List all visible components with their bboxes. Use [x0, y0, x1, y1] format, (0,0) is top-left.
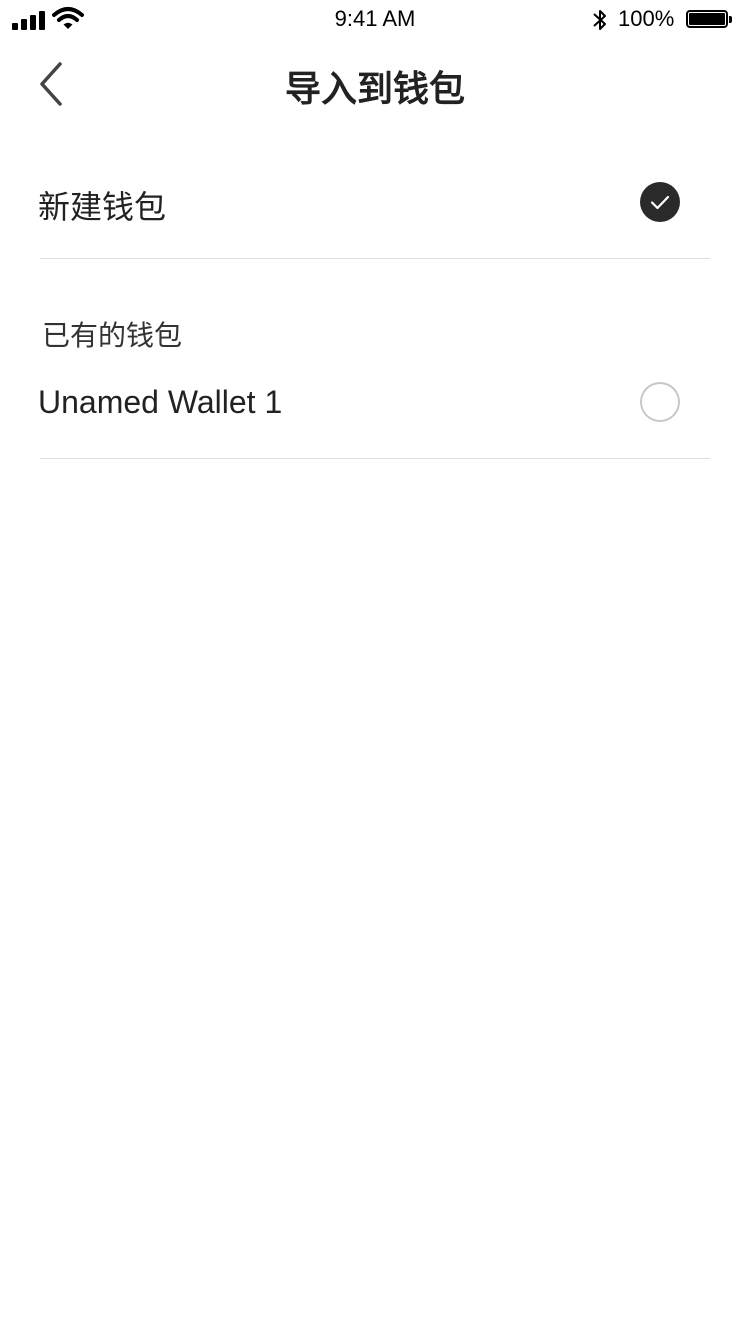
battery-icon [686, 10, 732, 30]
existing-wallets-title: 已有的钱包 [42, 319, 183, 352]
new-wallet-option[interactable]: 新建钱包 [38, 160, 710, 244]
page-title: 导入到钱包 [284, 69, 465, 110]
new-wallet-label: 新建钱包 [38, 188, 167, 226]
divider [40, 258, 710, 259]
wallet-name: Unamed Wallet 1 [38, 384, 283, 420]
unchecked-radio-icon[interactable] [640, 382, 680, 422]
status-bar: 9:41 AM 100% [0, 0, 750, 40]
bluetooth-icon [590, 8, 610, 32]
checked-radio-icon[interactable] [640, 182, 680, 222]
wallet-option[interactable]: Unamed Wallet 1 [38, 360, 710, 444]
nav-bar: 导入到钱包 [0, 40, 750, 128]
divider [40, 458, 710, 459]
battery-percent: 100% [618, 6, 675, 31]
